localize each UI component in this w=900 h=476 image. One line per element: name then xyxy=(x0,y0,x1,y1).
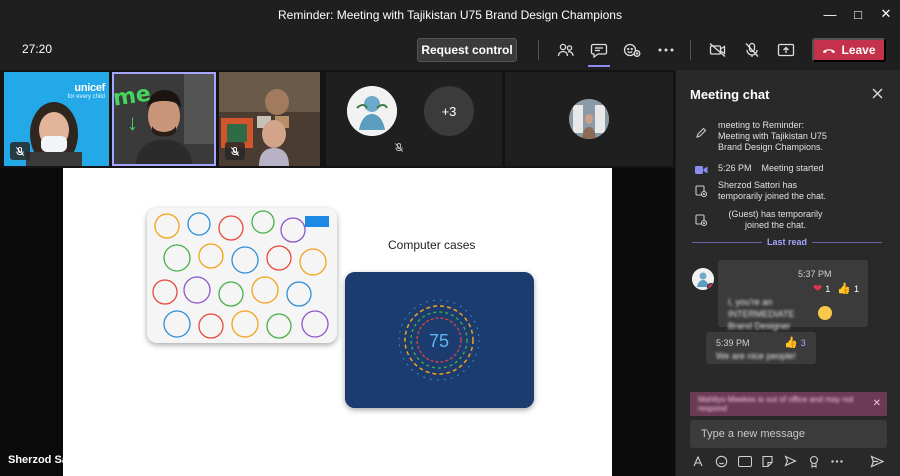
chat-icon[interactable] xyxy=(588,39,610,61)
system-message-time: 5:26 PM xyxy=(718,163,752,173)
thumbs-up-icon: 👍 xyxy=(837,283,851,295)
camera-off-icon[interactable] xyxy=(707,39,729,61)
meeting-toolbar: 27:20 Request control Leave xyxy=(0,30,900,70)
join-icon xyxy=(694,213,708,227)
heart-icon: ❤ xyxy=(813,283,823,295)
message-reactions[interactable]: ❤ 1 👍 1 xyxy=(813,282,859,295)
phone-icon xyxy=(822,43,836,57)
system-message: (Guest) has temporarily joined the chat. xyxy=(694,209,894,231)
emoji-icon[interactable] xyxy=(713,453,730,470)
mic-off-icon[interactable] xyxy=(741,39,763,61)
window-title: Reminder: Meeting with Tajikistan U75 Br… xyxy=(278,8,622,22)
system-message: Sherzod Sattori has temporarily joined t… xyxy=(694,180,894,202)
title-bar: Reminder: Meeting with Tajikistan U75 Br… xyxy=(0,0,900,30)
participant-tile-small[interactable] xyxy=(505,72,673,166)
praise-icon[interactable] xyxy=(805,453,822,470)
smile-emoji-icon xyxy=(818,306,832,320)
computer-case-logo-image: 75 xyxy=(345,272,534,408)
participant-tile-room[interactable] xyxy=(219,72,320,166)
chat-title: Meeting chat xyxy=(690,87,770,102)
unicef-tagline: for every child xyxy=(67,94,105,100)
reactions-icon[interactable] xyxy=(621,39,643,61)
reaction-count: 1 xyxy=(853,283,859,294)
overflow-participants-badge[interactable]: +3 xyxy=(424,86,474,136)
toolbar-divider xyxy=(538,40,539,60)
gif-icon[interactable] xyxy=(736,453,753,470)
close-icon[interactable] xyxy=(868,84,886,102)
system-message-text: (Guest) has temporarily joined the chat. xyxy=(728,209,823,230)
system-message-text: Meeting started xyxy=(761,163,824,173)
reaction-count: 1 xyxy=(825,283,831,294)
reaction-count: 3 xyxy=(800,337,806,348)
message-reactions[interactable]: 👍 3 xyxy=(784,336,806,349)
close-icon[interactable]: ✕ xyxy=(872,4,900,24)
video-gallery-strip: unicef for every child +3 me ↓ xyxy=(0,70,675,168)
slide-caption: Computer cases xyxy=(388,238,476,252)
format-icon[interactable] xyxy=(690,453,707,470)
pencil-icon xyxy=(694,126,708,140)
message-input[interactable] xyxy=(690,420,887,448)
send-icon[interactable] xyxy=(868,453,885,470)
logo-number: 75 xyxy=(429,331,449,351)
participant-tile-unicef[interactable]: unicef for every child xyxy=(4,72,109,166)
last-read-divider: Last read xyxy=(692,236,882,248)
toolbar-divider xyxy=(690,40,691,60)
presenter-name: Sherzod Sattori xyxy=(8,454,90,466)
leave-label: Leave xyxy=(841,43,876,57)
join-icon xyxy=(694,184,708,198)
avatar xyxy=(347,86,397,136)
more-icon[interactable] xyxy=(655,39,677,61)
unicef-logo-text: unicef xyxy=(74,82,105,94)
system-message-text: Sherzod Sattori has temporarily joined t… xyxy=(718,180,827,201)
message-text: We are nice people! xyxy=(716,351,796,361)
request-control-button[interactable]: Request control xyxy=(417,38,517,62)
video-icon xyxy=(694,163,708,177)
minimize-icon[interactable]: — xyxy=(816,4,844,24)
meeting-chat-panel: Meeting chat meeting to Reminder: Meetin… xyxy=(675,70,900,476)
me-annotation: me xyxy=(111,81,153,112)
share-icon[interactable] xyxy=(775,39,797,61)
message-time: 5:37 PM xyxy=(798,269,832,279)
presence-status xyxy=(707,283,714,290)
system-message-text: meeting to Reminder: Meeting with Tajiki… xyxy=(718,120,827,152)
mic-off-icon xyxy=(225,142,245,160)
mic-off-icon xyxy=(10,142,30,160)
mic-off-icon xyxy=(394,140,404,158)
compose-toolbar xyxy=(690,452,890,470)
maximize-icon[interactable]: □ xyxy=(844,4,872,24)
chat-message[interactable]: 5:39 PM 👍 3 We are nice people! xyxy=(706,332,816,364)
presentation-slide: Computer cases 75 xyxy=(63,168,612,476)
active-tab-indicator xyxy=(588,65,610,67)
message-time: 5:39 PM xyxy=(716,338,750,348)
meeting-timer: 27:20 xyxy=(22,42,53,56)
close-icon[interactable]: ✕ xyxy=(873,398,881,409)
system-message: meeting to Reminder: Meeting with Tajiki… xyxy=(694,120,894,153)
arrow-down-icon: ↓ xyxy=(127,110,138,135)
system-message: 5:26 PM Meeting started xyxy=(694,163,894,177)
avatar xyxy=(569,99,609,139)
banner-text: Mahliyo Meekes is out of office and may … xyxy=(698,395,854,413)
avatar[interactable] xyxy=(692,268,714,290)
sticker-icon[interactable] xyxy=(759,453,776,470)
more-apps-icon[interactable] xyxy=(828,453,845,470)
people-icon[interactable] xyxy=(555,39,577,61)
participant-tile-avatar[interactable]: +3 xyxy=(326,72,502,166)
message-text: I, you're an INTERMEDIATE Brand Designer xyxy=(728,297,795,331)
compose-box[interactable] xyxy=(690,420,887,448)
meet-now-icon[interactable] xyxy=(782,453,799,470)
chat-message[interactable]: 5:37 PM ❤ 1 👍 1 I, you're an INTERMEDIAT… xyxy=(718,260,868,331)
leave-button[interactable]: Leave xyxy=(812,38,886,62)
shared-screen: Computer cases 75 Sherzod Sattori xyxy=(0,168,675,476)
out-of-office-banner: Mahliyo Meekes is out of office and may … xyxy=(690,392,887,416)
thumbs-up-icon: 👍 xyxy=(784,337,798,349)
last-read-label: Last read xyxy=(766,237,808,247)
computer-case-pattern-image xyxy=(147,208,337,343)
